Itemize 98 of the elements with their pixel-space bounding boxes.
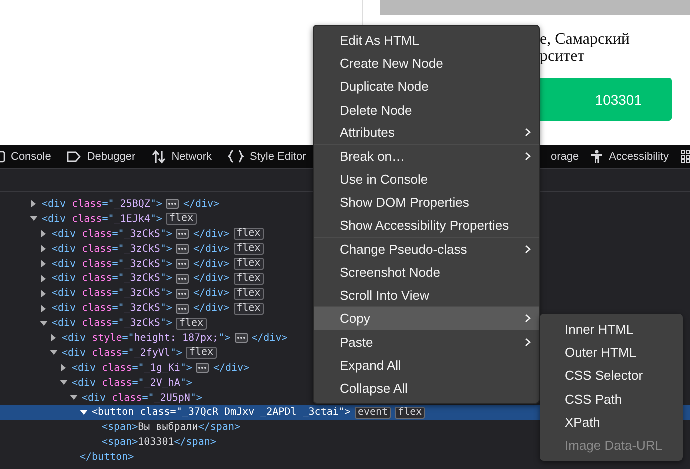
node-badge[interactable]: flex — [166, 213, 197, 226]
node-badge[interactable]: flex — [234, 228, 264, 240]
menu-item[interactable]: Change Pseudo-class — [314, 238, 539, 261]
chevron-right-icon — [525, 128, 531, 138]
closing-tag: </div> — [193, 258, 230, 270]
devtools-tab[interactable]: Debugger — [67, 150, 136, 162]
ellipsis-icon[interactable] — [176, 288, 190, 299]
html-tag: <div class="_25BQZ"> — [42, 198, 162, 210]
chevron-right-icon — [525, 338, 531, 347]
chevron-right-icon — [525, 152, 531, 162]
closing-tag: </div> — [193, 303, 230, 314]
menu-item[interactable]: Screenshot Node — [314, 260, 539, 284]
closing-tag: </div> — [183, 198, 220, 210]
triangle-down-icon[interactable] — [60, 379, 68, 388]
ellipsis-icon[interactable] — [176, 274, 190, 284]
html-tag: <div class="_3zCkS"> — [52, 258, 172, 270]
triangle-right-icon[interactable] — [30, 200, 38, 208]
html-tag: <div class="_1g_Ki"> — [72, 362, 192, 374]
grid-icon[interactable] — [681, 150, 690, 164]
devtools-tab[interactable]: orage — [550, 150, 580, 162]
triangle-right-icon[interactable] — [40, 274, 48, 283]
menu-item[interactable]: Duplicate Node — [314, 75, 539, 99]
triangle-down-icon[interactable] — [50, 349, 58, 358]
devtools-tab[interactable]: Network — [152, 150, 212, 164]
menu-item[interactable]: Copy — [314, 307, 539, 330]
card-title: рситет — [540, 48, 586, 65]
menu-item[interactable]: Show DOM Properties — [314, 191, 539, 214]
card-title: е, Самарский — [540, 31, 631, 48]
html-tag: <span>103301</span> — [102, 437, 216, 448]
ellipsis-icon[interactable] — [176, 244, 190, 254]
ellipsis-icon[interactable] — [166, 199, 180, 210]
node-badge[interactable]: flex — [176, 318, 207, 330]
node-badge[interactable]: flex — [234, 272, 264, 285]
chevron-right-icon — [525, 314, 531, 324]
node-badge[interactable]: flex — [234, 288, 264, 300]
menu-item[interactable]: Create New Node — [314, 52, 539, 76]
node-badge[interactable]: flex — [395, 406, 426, 419]
triangle-right-icon[interactable] — [40, 260, 48, 268]
network-icon — [152, 150, 166, 164]
menu-item[interactable]: Collapse All — [314, 376, 539, 400]
closing-tag: </div> — [193, 273, 230, 284]
node-badge[interactable]: flex — [234, 258, 264, 270]
closing-tag: </button> — [80, 452, 134, 464]
ellipsis-icon[interactable] — [176, 259, 190, 269]
devtools-tab[interactable]: Console — [0, 150, 52, 162]
debugger-icon — [67, 150, 82, 162]
closing-tag: </div> — [213, 362, 250, 374]
menu-item[interactable]: CSS Selector — [540, 364, 683, 388]
html-tag: <button class="_37QcR DmJxv _2APDl _3ctai"> — [92, 407, 351, 418]
html-tag: <div class="_3zCkS"> — [52, 244, 172, 255]
menu-item[interactable]: Break on… — [314, 144, 539, 168]
html-tag: <div class="_3zCkS"> — [52, 228, 172, 240]
closing-tag: </div> — [193, 244, 230, 255]
menu-item[interactable]: Show Accessibility Properties — [314, 214, 539, 238]
html-tag: <div class="_2U5pN"> — [82, 392, 202, 404]
triangle-down-icon[interactable] — [80, 408, 88, 417]
ellipsis-icon[interactable] — [176, 304, 190, 314]
console-icon — [0, 150, 5, 162]
triangle-right-icon[interactable] — [40, 230, 48, 238]
closing-tag: </div> — [193, 228, 230, 240]
html-tag: <div class="_3zCkS"> — [52, 303, 172, 314]
closing-tag: </div> — [193, 288, 230, 300]
html-tag: <div class="_2V_hA"> — [72, 378, 192, 389]
menu-item[interactable]: Expand All — [314, 354, 539, 377]
triangle-right-icon[interactable] — [40, 290, 48, 298]
menu-item[interactable]: Attributes — [314, 122, 539, 145]
html-tag: <div class="_3zCkS"> — [52, 318, 172, 330]
menu-item[interactable]: Paste — [314, 330, 539, 354]
ellipsis-icon[interactable] — [196, 363, 210, 374]
html-tag: <div class="_3zCkS"> — [52, 273, 172, 284]
triangle-down-icon[interactable] — [30, 215, 38, 224]
chevron-right-icon — [525, 244, 531, 254]
braces-icon — [228, 150, 244, 163]
triangle-right-icon[interactable] — [40, 245, 48, 254]
node-badge[interactable]: flex — [234, 302, 264, 315]
ellipsis-icon[interactable] — [234, 333, 248, 344]
node-badge[interactable]: flex — [186, 347, 217, 360]
menu-item[interactable]: Outer HTML — [540, 341, 683, 364]
devtools-tab[interactable]: Style Editor — [228, 150, 306, 163]
triangle-right-icon[interactable] — [60, 364, 68, 372]
devtools-tab[interactable]: Accessibility — [591, 150, 669, 164]
node-badge[interactable]: event — [354, 406, 392, 419]
html-tag: <span>Вы выбрали</span> — [102, 422, 240, 434]
triangle-right-icon[interactable] — [40, 304, 48, 313]
triangle-down-icon[interactable] — [70, 394, 78, 402]
ellipsis-icon[interactable] — [176, 229, 190, 240]
person-icon — [591, 150, 604, 164]
triangle-right-icon[interactable] — [50, 334, 58, 342]
html-tag: <div class="_3zCkS"> — [52, 288, 172, 300]
html-tag: <div style="height: 187px;"> — [62, 332, 231, 344]
html-tag: <div class="_2fyVl"> — [62, 348, 182, 359]
html-tag: <div class="_1EJk4"> — [42, 214, 162, 225]
closing-tag: </div> — [252, 332, 288, 344]
triangle-down-icon[interactable] — [40, 320, 48, 328]
menu-item[interactable]: Inner HTML — [540, 318, 683, 342]
menu-item[interactable]: Delete Node — [314, 98, 539, 122]
menu-item[interactable]: Edit As HTML — [314, 29, 539, 52]
node-badge[interactable]: flex — [234, 243, 264, 256]
